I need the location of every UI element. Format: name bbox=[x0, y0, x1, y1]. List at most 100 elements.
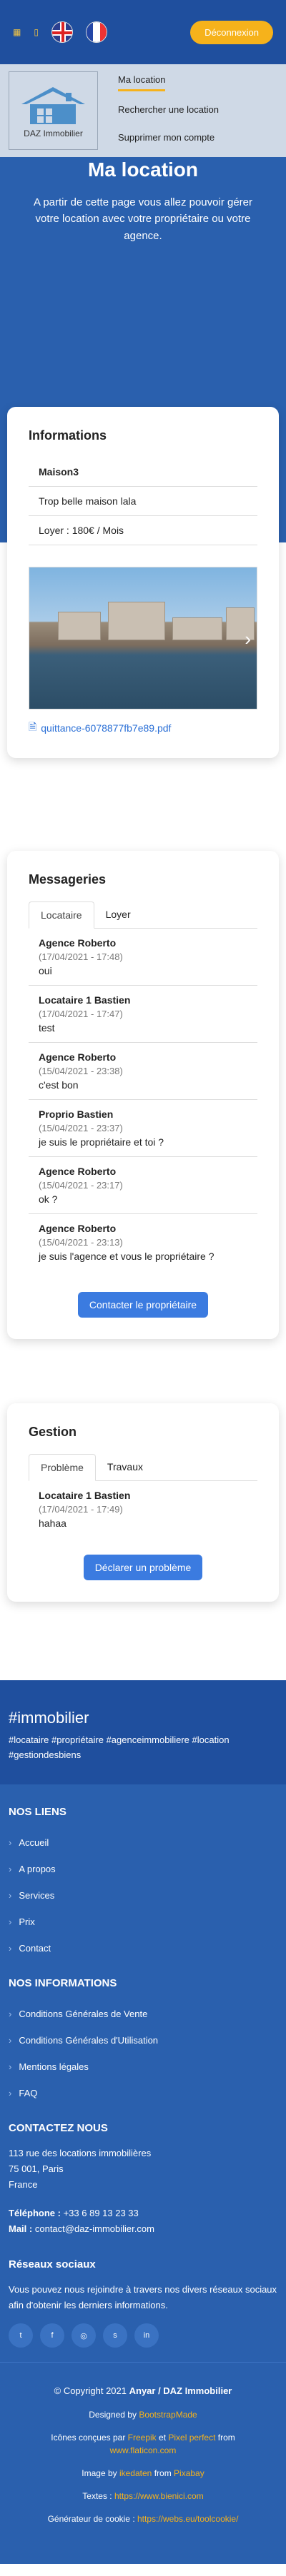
cookie-prefix: Générateur de cookie : bbox=[47, 2513, 135, 2524]
designed-by-prefix: Designed by bbox=[89, 2409, 137, 2420]
designed-by-link[interactable]: BootstrapMade bbox=[139, 2410, 197, 2420]
image-site-link[interactable]: Pixabay bbox=[174, 2468, 204, 2478]
image-prefix: Image by bbox=[82, 2468, 117, 2478]
tab-probleme[interactable]: Problème bbox=[29, 1454, 96, 1481]
file-link[interactable]: 🗎 quittance-6078877fb7e89.pdf bbox=[29, 719, 257, 737]
address-line: France bbox=[9, 2178, 38, 2190]
linkedin-icon[interactable]: in bbox=[134, 2323, 159, 2348]
message-date: (15/04/2021 - 23:38) bbox=[39, 1066, 123, 1076]
building-shape bbox=[108, 602, 165, 640]
building-shape bbox=[172, 617, 222, 640]
nav-link-supprimer[interactable]: Supprimer mon compte bbox=[118, 128, 219, 147]
hashtag-title: #immobilier bbox=[9, 1709, 89, 1727]
gestion-card: Gestion Problème Travaux Locataire 1 Bas… bbox=[7, 1403, 279, 1602]
icons-mid: et bbox=[159, 2432, 167, 2443]
footer-info-link[interactable]: › Conditions Générales d'Utilisation bbox=[9, 2027, 277, 2054]
message-text: oui bbox=[39, 965, 52, 976]
copyright-prefix: © Copyright 2021 bbox=[54, 2385, 127, 2397]
image-credit: Image by ikedaten from Pixabay bbox=[9, 2467, 277, 2480]
footer-link-label: Mentions légales bbox=[19, 2061, 89, 2072]
phone-icon[interactable]: ▯ bbox=[34, 27, 39, 37]
instagram-icon[interactable]: ◎ bbox=[72, 2323, 96, 2348]
chevron-right-icon: › bbox=[9, 2008, 12, 2019]
icons-author-link[interactable]: Freepik bbox=[128, 2433, 157, 2443]
problem-author: Locataire 1 Bastien bbox=[39, 1490, 131, 1501]
phone-value: +33 6 89 13 23 33 bbox=[63, 2207, 139, 2218]
chevron-right-icon: › bbox=[9, 2034, 12, 2046]
footer-link[interactable]: › Accueil bbox=[9, 1829, 277, 1856]
tab-locataire[interactable]: Locataire bbox=[29, 901, 94, 929]
fr-flag-icon[interactable] bbox=[85, 21, 107, 43]
messages-title: Messageries bbox=[29, 872, 107, 887]
message-text: test bbox=[39, 1022, 55, 1034]
footer-link-label: Contact bbox=[19, 1942, 51, 1954]
message-text: ok ? bbox=[39, 1193, 58, 1205]
icons-credit: Icônes conçues par Freepik et Pixel perf… bbox=[9, 2431, 277, 2457]
footer-link[interactable]: › Prix bbox=[9, 1909, 277, 1935]
icons-from: from bbox=[217, 2432, 235, 2443]
nav-link-rechercher[interactable]: Rechercher une location bbox=[118, 100, 219, 119]
logo-text: DAZ Immobilier bbox=[24, 128, 83, 138]
social-links: t f ◎ s in bbox=[9, 2323, 277, 2348]
footer-link[interactable]: › Services bbox=[9, 1882, 277, 1909]
tab-travaux[interactable]: Travaux bbox=[96, 1454, 154, 1480]
mail-value[interactable]: contact@daz-immobilier.com bbox=[35, 2223, 154, 2234]
contact-owner-button[interactable]: Contacter le propriétaire bbox=[77, 1292, 209, 1318]
footer-link-label: Accueil bbox=[19, 1837, 49, 1848]
cookie-site-link[interactable]: https://webs.eu/toolcookie/ bbox=[137, 2514, 238, 2524]
message-date: (15/04/2021 - 23:17) bbox=[39, 1180, 123, 1191]
property-name: Maison3 bbox=[29, 458, 257, 487]
texts-site-link[interactable]: https://www.bienici.com bbox=[114, 2491, 204, 2501]
chevron-right-icon[interactable]: › bbox=[245, 628, 251, 650]
hero-subtitle: A partir de cette page vous allez pouvoi… bbox=[33, 196, 252, 242]
social-text: Vous pouvez nous rejoindre à travers nos… bbox=[9, 2284, 277, 2311]
address-line: 75 001, Paris bbox=[9, 2163, 64, 2174]
cookie-credit: Générateur de cookie : https://webs.eu/t… bbox=[9, 2512, 277, 2525]
footer-credits: © Copyright 2021 Anyar / DAZ Immobilier … bbox=[0, 2362, 286, 2564]
message-date: (15/04/2021 - 23:37) bbox=[39, 1123, 123, 1133]
uk-flag-icon[interactable] bbox=[51, 21, 73, 43]
footer-link-label: A propos bbox=[19, 1863, 56, 1874]
messages-tabs: Locataire Loyer bbox=[29, 901, 257, 929]
icons-site-link[interactable]: www.flaticon.com bbox=[110, 2445, 177, 2455]
problem-text: hahaa bbox=[39, 1517, 66, 1529]
twitter-icon[interactable]: t bbox=[9, 2323, 33, 2348]
message-item: Agence Roberto (15/04/2021 - 23:13) je s… bbox=[29, 1214, 257, 1271]
informations-title: Informations bbox=[29, 428, 107, 443]
footer-info-link[interactable]: › FAQ bbox=[9, 2080, 277, 2106]
declare-problem-button[interactable]: Déclarer un problème bbox=[83, 1555, 203, 1580]
footer-info-link[interactable]: › Mentions légales bbox=[9, 2054, 277, 2080]
message-date: (17/04/2021 - 17:47) bbox=[39, 1009, 123, 1019]
chevron-right-icon: › bbox=[9, 2087, 12, 2098]
skype-icon[interactable]: s bbox=[103, 2323, 127, 2348]
property-image-carousel[interactable]: › bbox=[29, 567, 257, 709]
footer-info-link[interactable]: › Conditions Générales de Vente bbox=[9, 2001, 277, 2027]
message-date: (17/04/2021 - 17:48) bbox=[39, 951, 123, 962]
logout-button[interactable]: Déconnexion bbox=[190, 20, 273, 44]
image-author-link[interactable]: ikedaten bbox=[119, 2468, 152, 2478]
nav-link-ma-location[interactable]: Ma location bbox=[118, 70, 166, 91]
problem-item: Locataire 1 Bastien (17/04/2021 - 17:49)… bbox=[29, 1481, 257, 1537]
footer-link-label: Prix bbox=[19, 1916, 35, 1927]
facebook-icon[interactable]: f bbox=[40, 2323, 64, 2348]
footer-link[interactable]: › Contact bbox=[9, 1935, 277, 1961]
message-text: je suis le propriétaire et toi ? bbox=[39, 1136, 164, 1148]
message-author: Agence Roberto bbox=[39, 1051, 117, 1063]
tab-loyer[interactable]: Loyer bbox=[94, 901, 142, 928]
image-from: from bbox=[154, 2468, 172, 2478]
footer-link[interactable]: › A propos bbox=[9, 1856, 277, 1882]
message-item: Locataire 1 Bastien (17/04/2021 - 17:47)… bbox=[29, 986, 257, 1043]
logo[interactable]: DAZ Immobilier bbox=[9, 71, 98, 150]
grid-icon[interactable]: ▦ bbox=[13, 27, 21, 37]
footer-links-title: NOS LIENS bbox=[9, 1805, 66, 1818]
page-title: Ma location bbox=[87, 158, 198, 181]
texts-credit: Textes : https://www.bienici.com bbox=[9, 2490, 277, 2502]
footer-social-title: Réseaux sociaux bbox=[9, 2258, 96, 2271]
chevron-right-icon: › bbox=[9, 1942, 12, 1954]
icons-prefix: Icônes conçues par bbox=[51, 2432, 126, 2443]
message-date: (15/04/2021 - 23:13) bbox=[39, 1237, 123, 1248]
message-author: Locataire 1 Bastien bbox=[39, 994, 131, 1006]
message-item: Agence Roberto (15/04/2021 - 23:38) c'es… bbox=[29, 1043, 257, 1100]
hashtag-list: #locataire #propriétaire #agenceimmobili… bbox=[9, 1734, 230, 1760]
icons-author-link[interactable]: Pixel perfect bbox=[168, 2433, 215, 2443]
